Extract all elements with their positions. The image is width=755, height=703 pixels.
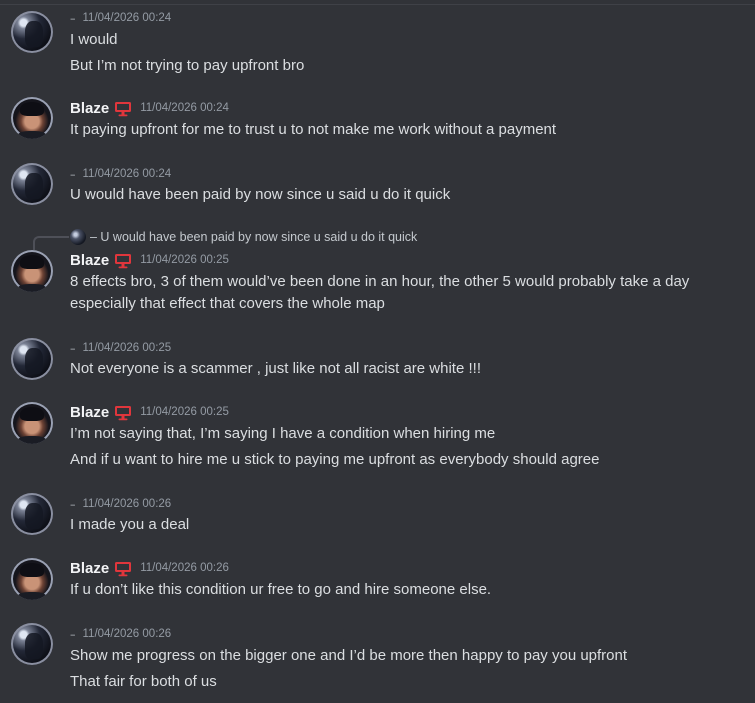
username[interactable]: Blaze (70, 560, 109, 577)
timestamp[interactable]: 11/04/2026 00:25 (83, 342, 172, 354)
reply-text[interactable]: – U would have been paid by now since u … (90, 230, 417, 244)
avatar[interactable] (11, 338, 53, 380)
message-header: – 11/04/2026 00:26 (70, 625, 171, 643)
message-text: 8 effects bro, 3 of them would’ve been d… (70, 273, 690, 290)
message-text: It paying upfront for me to trust u to n… (70, 121, 557, 138)
message-text: I would (70, 31, 118, 48)
message-text: I made you a deal (70, 516, 190, 533)
message-header: Blaze 11/04/2026 00:26 (70, 559, 229, 577)
timestamp[interactable]: 11/04/2026 00:24 (83, 168, 172, 180)
monitor-icon (115, 102, 132, 117)
avatar[interactable] (11, 163, 53, 205)
message-text: Not everyone is a scammer , just like no… (70, 360, 481, 377)
timestamp[interactable]: 11/04/2026 00:26 (83, 628, 172, 640)
message-text: That fair for both of us (70, 673, 217, 690)
timestamp[interactable]: 11/04/2026 00:24 (83, 12, 172, 24)
message-header: – 11/04/2026 00:24 (70, 165, 171, 183)
message-header: Blaze 11/04/2026 00:25 (70, 403, 229, 421)
avatar[interactable] (11, 97, 53, 139)
monitor-icon (115, 406, 132, 421)
reply-preview[interactable]: – U would have been paid by now since u … (70, 229, 417, 245)
reply-connector (33, 236, 69, 250)
message-header: – 11/04/2026 00:24 (70, 9, 171, 27)
message-text: I’m not saying that, I’m saying I have a… (70, 425, 496, 442)
author-placeholder: – (70, 11, 76, 25)
avatar[interactable] (11, 11, 53, 53)
message-header: Blaze 11/04/2026 00:24 (70, 99, 229, 117)
username[interactable]: Blaze (70, 100, 109, 117)
timestamp[interactable]: 11/04/2026 00:24 (140, 102, 229, 114)
timestamp[interactable]: 11/04/2026 00:25 (140, 406, 229, 418)
author-placeholder: – (70, 497, 76, 511)
timestamp[interactable]: 11/04/2026 00:25 (140, 254, 229, 266)
reply-avatar (70, 229, 86, 245)
message-text: Show me progress on the bigger one and I… (70, 647, 628, 664)
message-header: – 11/04/2026 00:26 (70, 495, 171, 513)
avatar[interactable] (11, 250, 53, 292)
message-text: And if u want to hire me u stick to payi… (70, 451, 600, 468)
avatar[interactable] (11, 402, 53, 444)
avatar[interactable] (11, 558, 53, 600)
timestamp[interactable]: 11/04/2026 00:26 (140, 562, 229, 574)
message-text: But I’m not trying to pay upfront bro (70, 57, 305, 74)
avatar[interactable] (11, 623, 53, 665)
message-text: If u don’t like this condition ur free t… (70, 581, 492, 598)
message-header: Blaze 11/04/2026 00:25 (70, 251, 229, 269)
message-header: – 11/04/2026 00:25 (70, 339, 171, 357)
username[interactable]: Blaze (70, 252, 109, 269)
avatar[interactable] (11, 493, 53, 535)
author-placeholder: – (70, 341, 76, 355)
timestamp[interactable]: 11/04/2026 00:26 (83, 498, 172, 510)
message-text: U would have been paid by now since u sa… (70, 186, 451, 203)
top-divider (0, 4, 755, 5)
username[interactable]: Blaze (70, 404, 109, 421)
author-placeholder: – (70, 627, 76, 641)
message-text: especially that effect that covers the w… (70, 295, 385, 312)
author-placeholder: – (70, 167, 76, 181)
monitor-icon (115, 562, 132, 577)
monitor-icon (115, 254, 132, 269)
